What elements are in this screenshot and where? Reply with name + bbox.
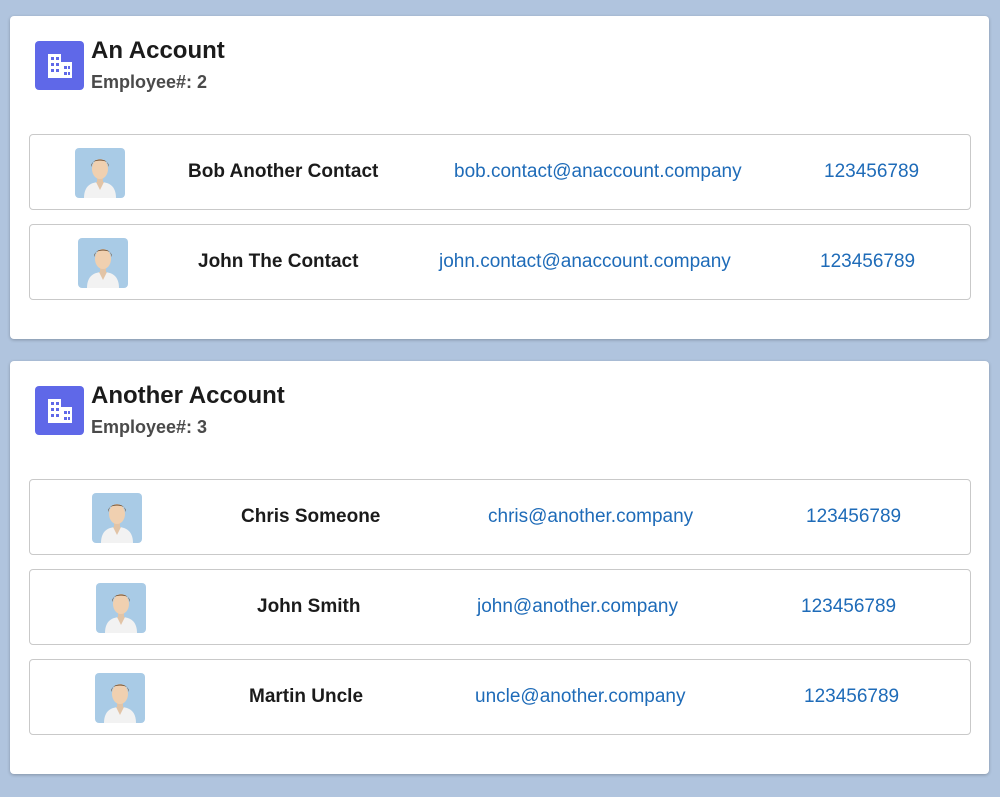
contact-row[interactable]: Martin Uncle uncle@another.company 12345… [29, 659, 971, 735]
contact-phone-link[interactable]: 123456789 [824, 135, 919, 209]
person-avatar-icon [78, 238, 128, 288]
building-icon [35, 386, 84, 435]
contact-email-link[interactable]: bob.contact@anaccount.company [454, 135, 742, 209]
contact-list: Bob Another Contact bob.contact@anaccoun… [29, 134, 971, 314]
contact-email-link[interactable]: john.contact@anaccount.company [439, 225, 731, 299]
contact-email-link[interactable]: chris@another.company [488, 480, 693, 554]
account-card: An Account Employee#: 2 Bob Another Cont… [10, 16, 989, 339]
contact-phone-link[interactable]: 123456789 [804, 660, 899, 734]
contact-phone-link[interactable]: 123456789 [820, 225, 915, 299]
account-card: Another Account Employee#: 3 Chris Someo… [10, 361, 989, 774]
contact-phone-link[interactable]: 123456789 [806, 480, 901, 554]
account-name: An Account [91, 37, 225, 64]
contact-name: John The Contact [198, 251, 359, 272]
employee-count: Employee#: 2 [91, 72, 208, 92]
contact-name: Martin Uncle [249, 686, 364, 707]
contact-name: Chris Someone [241, 506, 381, 527]
employee-count: Employee#: 3 [91, 417, 208, 437]
contact-row[interactable]: Bob Another Contact bob.contact@anaccoun… [29, 134, 971, 210]
person-avatar-icon [75, 148, 125, 198]
contact-row[interactable]: John Smith john@another.company 12345678… [29, 569, 971, 645]
contact-name: Bob Another Contact [188, 161, 379, 182]
account-name: Another Account [91, 382, 285, 409]
contact-email-link[interactable]: john@another.company [477, 570, 678, 644]
contact-email-link[interactable]: uncle@another.company [475, 660, 685, 734]
person-avatar-icon [92, 493, 142, 543]
contact-row[interactable]: John The Contact john.contact@anaccount.… [29, 224, 971, 300]
person-avatar-icon [96, 583, 146, 633]
building-icon [35, 41, 84, 90]
contact-phone-link[interactable]: 123456789 [801, 570, 896, 644]
contact-list: Chris Someone chris@another.company 1234… [29, 479, 971, 749]
person-avatar-icon [95, 673, 145, 723]
contact-row[interactable]: Chris Someone chris@another.company 1234… [29, 479, 971, 555]
contact-name: John Smith [257, 596, 361, 617]
